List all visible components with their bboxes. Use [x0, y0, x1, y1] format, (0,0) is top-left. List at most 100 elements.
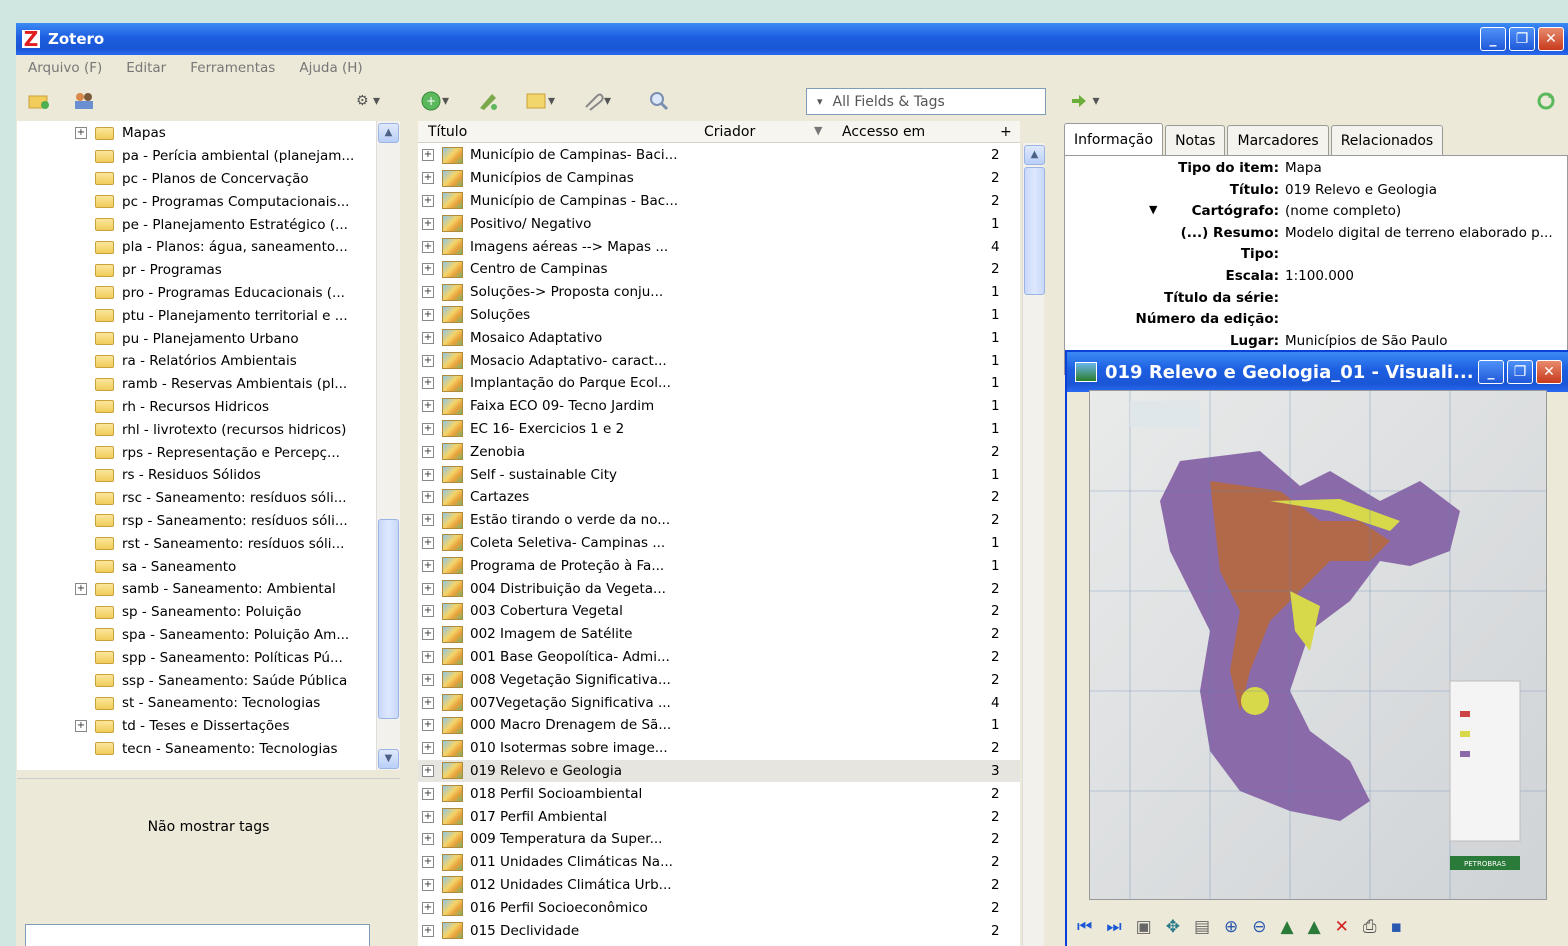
field-value[interactable]: Municípios de São Paulo	[1285, 333, 1448, 349]
collection-item[interactable]: ramb - Reservas Ambientais (pl...	[95, 373, 347, 396]
collection-item[interactable]: spa - Saneamento: Poluição Am...	[95, 624, 349, 647]
expand-icon[interactable]: +	[422, 400, 434, 413]
creator-type-arrow-icon[interactable]: ▼	[1149, 203, 1157, 216]
viewer-minimize-button[interactable]: _	[1478, 360, 1504, 384]
expand-icon[interactable]: +	[422, 536, 434, 549]
menu-ferramentas[interactable]: Ferramentas	[190, 60, 275, 76]
collection-item[interactable]: pe - Planejamento Estratégico (...	[95, 213, 348, 236]
field-value[interactable]: (nome completo)	[1285, 203, 1401, 219]
menu-arquivo[interactable]: Arquivo (F)	[28, 60, 102, 76]
expand-icon[interactable]: +	[422, 901, 434, 914]
restore-button[interactable]: ❐	[1509, 27, 1535, 51]
items-scroll-thumb[interactable]	[1024, 167, 1045, 295]
collection-item[interactable]: + samb - Saneamento: Ambiental	[75, 578, 336, 601]
tab-marcadores[interactable]: Marcadores	[1227, 125, 1329, 155]
expand-icon[interactable]: +	[422, 696, 434, 709]
tab-notas[interactable]: Notas	[1165, 125, 1226, 155]
minimize-button[interactable]: _	[1480, 27, 1506, 51]
item-row[interactable]: +001 Base Geopolítica- Admi... 2	[418, 646, 1020, 669]
next-icon[interactable]: ⏭	[1106, 917, 1121, 937]
add-from-identifier-icon[interactable]	[476, 89, 500, 113]
expand-icon[interactable]: +	[422, 286, 434, 299]
column-title[interactable]: Título	[428, 124, 467, 140]
item-row[interactable]: + Implantação do Parque Ecol... 1	[418, 372, 1020, 395]
rotate-counterclockwise-icon[interactable]: ▲	[1308, 917, 1321, 937]
collection-item[interactable]: pa - Perícia ambiental (planejam...	[95, 145, 354, 168]
item-row[interactable]: +011 Unidades Climáticas Na... 2	[418, 851, 1020, 874]
splitter-left[interactable]	[400, 121, 416, 946]
expand-icon[interactable]: +	[422, 673, 434, 686]
search-input[interactable]: ▾ All Fields & Tags	[806, 88, 1046, 115]
best-fit-icon[interactable]: ▣	[1136, 917, 1152, 937]
expand-icon[interactable]: +	[422, 149, 434, 162]
expand-icon[interactable]: +	[422, 605, 434, 618]
expand-icon[interactable]: +	[422, 833, 434, 846]
item-row[interactable]: + Cartazes 2	[418, 486, 1020, 509]
item-row[interactable]: + Positivo/ Negativo 1	[418, 212, 1020, 235]
collection-item[interactable]: ptu - Planejamento territorial e ...	[95, 304, 348, 327]
item-row[interactable]: + Centro de Campinas 2	[418, 258, 1020, 281]
item-row[interactable]: +012 Unidades Climática Urb... 2	[418, 874, 1020, 897]
collection-item[interactable]: st - Saneamento: Tecnologias	[95, 692, 320, 715]
item-row[interactable]: +000 Macro Drenagem de Sã... 1	[418, 714, 1020, 737]
column-accessed[interactable]: Accesso em	[842, 124, 925, 140]
collection-item[interactable]: sa - Saneamento	[95, 555, 236, 578]
column-creator[interactable]: Criador	[704, 124, 755, 140]
item-row[interactable]: +004 Distribuição da Vegeta... 2	[418, 577, 1020, 600]
collection-item[interactable]: rst - Saneamento: resíduos sóli...	[95, 532, 344, 555]
collection-item[interactable]: pla - Planos: água, saneamento...	[95, 236, 348, 259]
expand-icon[interactable]: +	[422, 650, 434, 663]
collection-item[interactable]: + Mapas	[75, 122, 166, 145]
scroll-down-arrow-icon[interactable]: ▼	[378, 749, 399, 769]
item-row[interactable]: +017 Perfil Ambiental 2	[418, 805, 1020, 828]
actual-size-icon[interactable]: ✥	[1166, 917, 1180, 937]
expand-icon[interactable]: +	[422, 559, 434, 572]
collection-item[interactable]: + td - Teses e Dissertações	[75, 715, 290, 738]
field-value[interactable]: Modelo digital de terreno elaborado p...	[1285, 225, 1553, 241]
collection-item[interactable]: ra - Relatórios Ambientais	[95, 350, 297, 373]
expand-icon[interactable]: +	[422, 422, 434, 435]
item-row[interactable]: +002 Imagem de Satélite 2	[418, 623, 1020, 646]
item-row[interactable]: + Faixa ECO 09- Tecno Jardim 1	[418, 395, 1020, 418]
expand-icon[interactable]: +	[422, 810, 434, 823]
expand-icon[interactable]: +	[422, 377, 434, 390]
expand-icon[interactable]: +	[422, 719, 434, 732]
expand-icon[interactable]: +	[422, 628, 434, 641]
item-row[interactable]: + Programa de Proteção à Fa... 1	[418, 554, 1020, 577]
collection-item[interactable]: sp - Saneamento: Poluição	[95, 601, 301, 624]
item-row[interactable]: + Municípios de Campinas 2	[418, 167, 1020, 190]
expand-icon[interactable]: +	[422, 445, 434, 458]
search-icon[interactable]	[648, 89, 670, 113]
scroll-up-arrow-icon[interactable]: ▲	[378, 123, 399, 143]
tab-informacao[interactable]: Informação	[1064, 123, 1164, 155]
collection-item[interactable]: pr - Programas	[95, 259, 222, 282]
expand-icon[interactable]: +	[422, 217, 434, 230]
viewer-maximize-button[interactable]: ❐	[1507, 360, 1533, 384]
collections-pane[interactable]: + Mapas pa - Perícia ambiental (planejam..…	[17, 121, 400, 770]
column-add[interactable]: +	[1000, 124, 1012, 140]
close-button[interactable]: ✕	[1538, 27, 1564, 51]
scroll-thumb[interactable]	[378, 519, 399, 719]
expand-icon[interactable]: +	[422, 491, 434, 504]
item-row[interactable]: +003 Cobertura Vegetal 2	[418, 600, 1020, 623]
previous-icon[interactable]: ⏮	[1077, 917, 1092, 937]
zoom-out-icon[interactable]: ⊖	[1252, 917, 1266, 937]
item-row[interactable]: +015 Declividade 2	[418, 919, 1020, 942]
item-row[interactable]: +018 Perfil Socioambiental 2	[418, 782, 1020, 805]
item-row[interactable]: +007Vegetação Significativa ... 4	[418, 691, 1020, 714]
item-row[interactable]: +016 Perfil Socioeconômico 2	[418, 896, 1020, 919]
menu-editar[interactable]: Editar	[126, 60, 166, 76]
viewer-close-button[interactable]: ✕	[1536, 360, 1562, 384]
item-row[interactable]: + Município de Campinas- Baci... 2	[418, 144, 1020, 167]
expand-icon[interactable]: +	[422, 240, 434, 253]
item-row[interactable]: + Zenobia 2	[418, 440, 1020, 463]
print-icon[interactable]: ⎙	[1363, 917, 1377, 937]
expand-icon[interactable]: +	[422, 514, 434, 527]
expand-icon[interactable]: +	[422, 172, 434, 185]
new-collection-icon[interactable]	[28, 89, 50, 113]
collection-item[interactable]: rps - Representação e Percepç...	[95, 441, 340, 464]
attachment-icon[interactable]: ▾	[582, 89, 611, 113]
items-scrollbar-track[interactable]: ▲	[1022, 143, 1045, 946]
item-row[interactable]: + Mosacio Adaptativo- caract... 1	[418, 349, 1020, 372]
field-value[interactable]: 019 Relevo e Geologia	[1285, 182, 1437, 198]
